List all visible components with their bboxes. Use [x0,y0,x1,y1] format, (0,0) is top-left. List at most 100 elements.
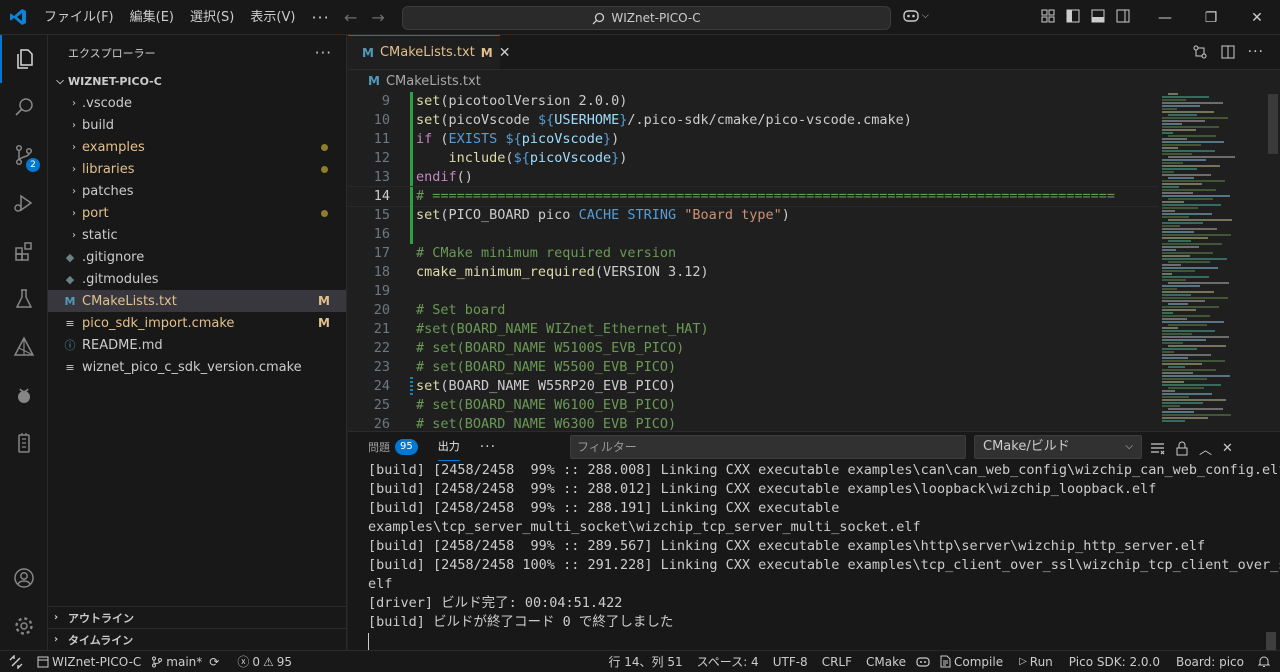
tree-folder[interactable]: › examples [48,136,346,158]
customize-layout-icon[interactable] [1040,8,1056,24]
tab-cmakelists[interactable]: M CMakeLists.txt M ✕ [348,35,510,69]
tab-problems[interactable]: 問題 95 [368,432,418,461]
close-tab-icon[interactable]: ✕ [499,45,511,61]
code-line[interactable]: 24 set(BOARD_NAME W55RP20_EVB_PICO) [348,377,1158,396]
tree-file[interactable]: ◆ .gitmodules [48,268,346,290]
tab-output[interactable]: 出力 [437,432,460,461]
tree-file[interactable]: ≡ pico_sdk_import.cmake M [48,312,346,334]
code-line[interactable]: 15 set(PICO_BOARD pico CACHE STRING "Boar… [348,206,1158,225]
compare-changes-icon[interactable] [1192,44,1208,60]
code-line[interactable]: 21 #set(BOARD_NAME WIZnet_Ethernet_HAT) [348,320,1158,339]
search-activity[interactable] [0,83,48,131]
output-channel-select[interactable]: CMake/ビルド ⌵ [974,435,1142,459]
explorer-activity[interactable] [0,35,48,83]
more-actions-icon[interactable]: ··· [1248,44,1264,60]
cursor-position[interactable]: 行 14、列 51 [603,651,687,672]
copilot-status[interactable] [911,651,935,672]
problems-status[interactable]: ⓧ 0 ⚠ 95 [232,651,297,672]
toggle-secondary-sidebar-icon[interactable] [1115,8,1131,24]
sync-icon[interactable]: ⟳ [209,655,219,669]
code-line[interactable]: 25 # set(BOARD_NAME W6100_EVB_PICO) [348,396,1158,415]
panel-scrollbar[interactable] [1266,632,1276,651]
code-line[interactable]: 20 # Set board [348,301,1158,320]
panel-more-icon[interactable]: ··· [480,439,496,455]
outline-section[interactable]: › アウトライン [48,606,347,628]
tree-file[interactable]: ≡ wiznet_pico_c_sdk_version.cmake [48,356,346,378]
run-debug-activity[interactable] [0,179,48,227]
code-line[interactable]: 23 # set(BOARD_NAME W5500_EVB_PICO) [348,358,1158,377]
forward-arrow-icon[interactable]: → [371,8,384,27]
branch-status[interactable]: main* ⟳ [146,651,224,672]
close-window-icon[interactable]: ✕ [1234,0,1280,35]
compile-button[interactable]: Compile [935,651,1008,672]
tree-folder[interactable]: › static [48,224,346,246]
accounts-activity[interactable] [0,554,48,602]
copilot-button[interactable]: ⌵ [902,8,929,24]
split-editor-icon[interactable] [1220,44,1236,60]
code-line[interactable]: 18 cmake_minimum_required(VERSION 3.12) [348,263,1158,282]
menu-selection[interactable]: 選択(S) [182,0,242,35]
workspace-status[interactable]: WIZnet-PICO-C [32,651,146,672]
device-activity[interactable] [0,419,48,467]
code-line[interactable]: 22 # set(BOARD_NAME W5100S_EVB_PICO) [348,339,1158,358]
code-line[interactable]: 17 # CMake minimum required version [348,244,1158,263]
code-line[interactable]: 26 # set(BOARD_NAME W6300_EVB_PICO) [348,415,1158,430]
line-ending[interactable]: CRLF [817,651,857,672]
encoding[interactable]: UTF-8 [768,651,813,672]
more-actions-icon[interactable]: ··· [315,44,332,62]
pico-sdk-status[interactable]: Pico SDK: 2.0.0 [1064,651,1165,672]
indentation[interactable]: スペース: 4 [692,651,764,672]
restore-icon[interactable]: ❐ [1188,0,1234,35]
tree-folder[interactable]: › build [48,114,346,136]
manage-activity[interactable] [0,602,48,650]
tree-folder[interactable]: › patches [48,180,346,202]
tree-folder[interactable]: › .vscode [48,92,346,114]
output-console[interactable]: [build] [2458/2458 99% :: 288.008] Linki… [368,461,1280,650]
code-line[interactable]: 19 [348,282,1158,301]
toggle-panel-icon[interactable] [1090,8,1106,24]
command-center[interactable]: WIZnet-PICO-C [402,6,891,30]
close-panel-icon[interactable]: ✕ [1222,441,1233,456]
code-line[interactable]: 12 include(${picoVscode}) [348,149,1158,168]
language-mode[interactable]: CMake [861,651,911,672]
minimap-line [1162,174,1211,176]
tree-file[interactable]: M CMakeLists.txt M [48,290,346,312]
menu-edit[interactable]: 編集(E) [122,0,182,35]
scrollbar-thumb[interactable] [1268,94,1278,154]
editor-scrollbar[interactable] [1266,92,1280,430]
notifications-button[interactable] [1253,651,1280,672]
maximize-panel-icon[interactable]: ︿ [1199,439,1212,458]
tree-folder[interactable]: › port [48,202,346,224]
minimize-icon[interactable]: — [1142,0,1188,35]
remote-indicator[interactable] [0,650,32,672]
breadcrumb-file[interactable]: CMakeLists.txt [386,74,481,89]
workspace-root[interactable]: ⌵ WIZNET-PICO-C [48,70,346,92]
code-line[interactable]: 9 set(picotoolVersion 2.0.0) [348,92,1158,111]
tree-file[interactable]: ◆ .gitignore [48,246,346,268]
cmake-activity[interactable] [0,323,48,371]
tree-file[interactable]: ⓘ README.md [48,334,346,356]
testing-activity[interactable] [0,275,48,323]
timeline-section[interactable]: › タイムライン [48,628,347,650]
minimap[interactable] [1160,92,1260,430]
source-control-activity[interactable]: 2 [0,131,48,179]
code-line[interactable]: 14 # ====================================… [348,186,1158,207]
code-line[interactable]: 16 [348,225,1158,244]
clear-output-icon[interactable] [1150,441,1165,456]
extensions-activity[interactable] [0,227,48,275]
lock-icon[interactable] [1175,441,1189,456]
run-button[interactable]: ▷ Run [1014,651,1058,672]
code-editor[interactable]: 9 set(picotoolVersion 2.0.0) 10 set(picoVsc… [348,92,1158,430]
output-filter-input[interactable]: フィルター [570,435,966,459]
code-line[interactable]: 10 set(picoVscode ${USERHOME}/.pico-sdk/c… [348,111,1158,130]
back-arrow-icon[interactable]: ← [344,8,357,27]
code-line[interactable]: 13 endif() [348,168,1158,187]
menu-view[interactable]: 表示(V) [242,0,303,35]
menu-file[interactable]: ファイル(F) [36,0,122,35]
toggle-sidebar-icon[interactable] [1065,8,1081,24]
menu-more-icon[interactable]: ··· [303,0,337,35]
board-status[interactable]: Board: pico [1171,651,1249,672]
tree-folder[interactable]: › libraries [48,158,346,180]
code-line[interactable]: 11 if (EXISTS ${picoVscode}) [348,130,1158,149]
raspberry-pi-activity[interactable] [0,371,48,419]
